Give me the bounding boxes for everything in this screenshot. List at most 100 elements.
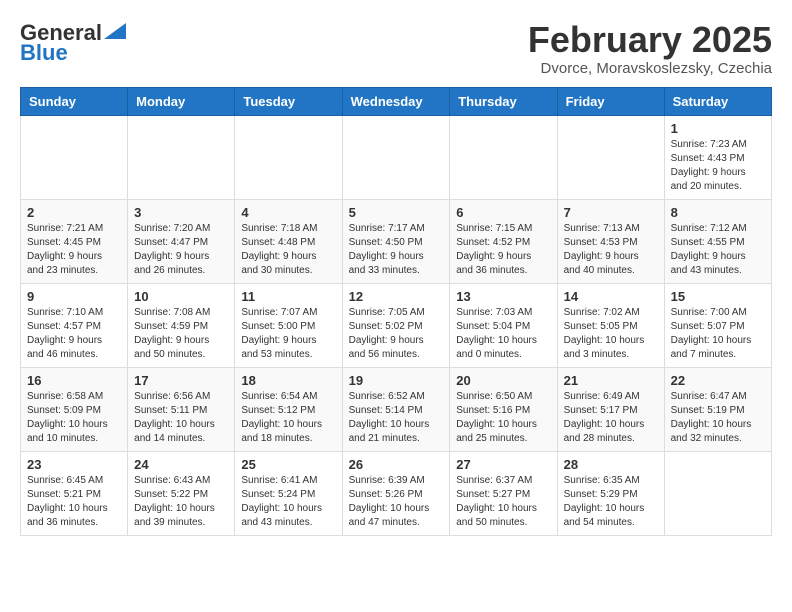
calendar-cell: 17 Sunrise: 6:56 AM Sunset: 5:11 PM Dayli…	[128, 367, 235, 451]
calendar-cell: 1 Sunrise: 7:23 AM Sunset: 4:43 PM Daylig…	[664, 115, 771, 199]
day-of-week-header: Monday	[128, 87, 235, 115]
day-number: 12	[349, 289, 444, 304]
day-info: Sunrise: 6:54 AM Sunset: 5:12 PM Dayligh…	[241, 390, 335, 446]
day-info: Sunrise: 7:20 AM Sunset: 4:47 PM Dayligh…	[134, 222, 228, 278]
day-info: Sunrise: 6:56 AM Sunset: 5:11 PM Dayligh…	[134, 390, 228, 446]
calendar-week-row: 16 Sunrise: 6:58 AM Sunset: 5:09 PM Dayli…	[21, 367, 772, 451]
day-number: 13	[456, 289, 550, 304]
calendar-cell: 14 Sunrise: 7:02 AM Sunset: 5:05 PM Dayli…	[557, 283, 664, 367]
day-of-week-header: Saturday	[664, 87, 771, 115]
day-number: 17	[134, 373, 228, 388]
calendar-cell: 6 Sunrise: 7:15 AM Sunset: 4:52 PM Daylig…	[450, 199, 557, 283]
day-info: Sunrise: 7:10 AM Sunset: 4:57 PM Dayligh…	[27, 306, 121, 362]
calendar-cell: 12 Sunrise: 7:05 AM Sunset: 5:02 PM Dayli…	[342, 283, 450, 367]
day-info: Sunrise: 6:45 AM Sunset: 5:21 PM Dayligh…	[27, 474, 121, 530]
calendar-cell: 8Sunrise: 7:12 AM Sunset: 4:55 PM Daylig…	[664, 199, 771, 283]
calendar-cell: 18 Sunrise: 6:54 AM Sunset: 5:12 PM Dayli…	[235, 367, 342, 451]
day-info: Sunrise: 6:37 AM Sunset: 5:27 PM Dayligh…	[456, 474, 550, 530]
day-info: Sunrise: 7:03 AM Sunset: 5:04 PM Dayligh…	[456, 306, 550, 362]
day-number: 1	[671, 121, 765, 136]
calendar-cell: 3 Sunrise: 7:20 AM Sunset: 4:47 PM Daylig…	[128, 199, 235, 283]
day-info: Sunrise: 6:58 AM Sunset: 5:09 PM Dayligh…	[27, 390, 121, 446]
day-of-week-header: Tuesday	[235, 87, 342, 115]
day-number: 16	[27, 373, 121, 388]
month-year-title: February 2025	[528, 20, 772, 60]
logo-blue-text: Blue	[20, 40, 68, 66]
day-number: 9	[27, 289, 121, 304]
day-number: 23	[27, 457, 121, 472]
day-of-week-header: Thursday	[450, 87, 557, 115]
calendar-cell: 9 Sunrise: 7:10 AM Sunset: 4:57 PM Daylig…	[21, 283, 128, 367]
day-of-week-header: Sunday	[21, 87, 128, 115]
calendar-cell: 28Sunrise: 6:35 AM Sunset: 5:29 PM Dayli…	[557, 451, 664, 535]
calendar-week-row: 2 Sunrise: 7:21 AM Sunset: 4:45 PM Daylig…	[21, 199, 772, 283]
day-number: 26	[349, 457, 444, 472]
day-info: Sunrise: 7:08 AM Sunset: 4:59 PM Dayligh…	[134, 306, 228, 362]
day-number: 10	[134, 289, 228, 304]
day-info: Sunrise: 7:05 AM Sunset: 5:02 PM Dayligh…	[349, 306, 444, 362]
day-number: 20	[456, 373, 550, 388]
day-info: Sunrise: 7:21 AM Sunset: 4:45 PM Dayligh…	[27, 222, 121, 278]
calendar-cell: 27 Sunrise: 6:37 AM Sunset: 5:27 PM Dayli…	[450, 451, 557, 535]
calendar-cell: 15 Sunrise: 7:00 AM Sunset: 5:07 PM Dayli…	[664, 283, 771, 367]
day-number: 6	[456, 205, 550, 220]
calendar-cell: 22 Sunrise: 6:47 AM Sunset: 5:19 PM Dayli…	[664, 367, 771, 451]
day-info: Sunrise: 7:23 AM Sunset: 4:43 PM Dayligh…	[671, 138, 765, 194]
calendar-table: SundayMondayTuesdayWednesdayThursdayFrid…	[20, 87, 772, 536]
day-number: 14	[564, 289, 658, 304]
calendar-cell: 25 Sunrise: 6:41 AM Sunset: 5:24 PM Dayli…	[235, 451, 342, 535]
day-number: 18	[241, 373, 335, 388]
calendar-week-row: 9 Sunrise: 7:10 AM Sunset: 4:57 PM Daylig…	[21, 283, 772, 367]
calendar-cell	[557, 115, 664, 199]
day-of-week-header: Friday	[557, 87, 664, 115]
logo: General Blue	[20, 20, 126, 66]
day-info: Sunrise: 6:43 AM Sunset: 5:22 PM Dayligh…	[134, 474, 228, 530]
day-info: Sunrise: 7:12 AM Sunset: 4:55 PM Dayligh…	[671, 222, 765, 278]
calendar-cell: 13 Sunrise: 7:03 AM Sunset: 5:04 PM Dayli…	[450, 283, 557, 367]
day-number: 21	[564, 373, 658, 388]
day-number: 27	[456, 457, 550, 472]
day-number: 3	[134, 205, 228, 220]
day-number: 5	[349, 205, 444, 220]
day-info: Sunrise: 7:00 AM Sunset: 5:07 PM Dayligh…	[671, 306, 765, 362]
day-number: 24	[134, 457, 228, 472]
calendar-cell: 2 Sunrise: 7:21 AM Sunset: 4:45 PM Daylig…	[21, 199, 128, 283]
day-of-week-header: Wednesday	[342, 87, 450, 115]
day-info: Sunrise: 6:50 AM Sunset: 5:16 PM Dayligh…	[456, 390, 550, 446]
calendar-cell: 26 Sunrise: 6:39 AM Sunset: 5:26 PM Dayli…	[342, 451, 450, 535]
calendar-cell	[664, 451, 771, 535]
day-number: 22	[671, 373, 765, 388]
calendar-cell: 21Sunrise: 6:49 AM Sunset: 5:17 PM Dayli…	[557, 367, 664, 451]
day-number: 11	[241, 289, 335, 304]
calendar-cell	[235, 115, 342, 199]
day-number: 19	[349, 373, 444, 388]
calendar-cell: 16 Sunrise: 6:58 AM Sunset: 5:09 PM Dayli…	[21, 367, 128, 451]
day-info: Sunrise: 7:02 AM Sunset: 5:05 PM Dayligh…	[564, 306, 658, 362]
calendar-cell: 23 Sunrise: 6:45 AM Sunset: 5:21 PM Dayli…	[21, 451, 128, 535]
calendar-cell: 11Sunrise: 7:07 AM Sunset: 5:00 PM Dayli…	[235, 283, 342, 367]
day-number: 15	[671, 289, 765, 304]
day-number: 28	[564, 457, 658, 472]
day-number: 4	[241, 205, 335, 220]
day-info: Sunrise: 7:13 AM Sunset: 4:53 PM Dayligh…	[564, 222, 658, 278]
calendar-cell: 24 Sunrise: 6:43 AM Sunset: 5:22 PM Dayli…	[128, 451, 235, 535]
calendar-cell: 19Sunrise: 6:52 AM Sunset: 5:14 PM Dayli…	[342, 367, 450, 451]
location-subtitle: Dvorce, Moravskoslezsky, Czechia	[528, 60, 772, 77]
day-number: 2	[27, 205, 121, 220]
calendar-cell: 5Sunrise: 7:17 AM Sunset: 4:50 PM Daylig…	[342, 199, 450, 283]
day-info: Sunrise: 6:41 AM Sunset: 5:24 PM Dayligh…	[241, 474, 335, 530]
day-info: Sunrise: 6:47 AM Sunset: 5:19 PM Dayligh…	[671, 390, 765, 446]
day-info: Sunrise: 6:39 AM Sunset: 5:26 PM Dayligh…	[349, 474, 444, 530]
calendar-cell: 10 Sunrise: 7:08 AM Sunset: 4:59 PM Dayli…	[128, 283, 235, 367]
calendar-header-row: SundayMondayTuesdayWednesdayThursdayFrid…	[21, 87, 772, 115]
calendar-cell	[128, 115, 235, 199]
day-info: Sunrise: 7:18 AM Sunset: 4:48 PM Dayligh…	[241, 222, 335, 278]
calendar-cell: 4 Sunrise: 7:18 AM Sunset: 4:48 PM Daylig…	[235, 199, 342, 283]
day-number: 25	[241, 457, 335, 472]
day-info: Sunrise: 7:15 AM Sunset: 4:52 PM Dayligh…	[456, 222, 550, 278]
title-area: February 2025 Dvorce, Moravskoslezsky, C…	[528, 20, 772, 77]
calendar-cell	[450, 115, 557, 199]
calendar-cell	[21, 115, 128, 199]
calendar-week-row: 1 Sunrise: 7:23 AM Sunset: 4:43 PM Daylig…	[21, 115, 772, 199]
day-number: 7	[564, 205, 658, 220]
